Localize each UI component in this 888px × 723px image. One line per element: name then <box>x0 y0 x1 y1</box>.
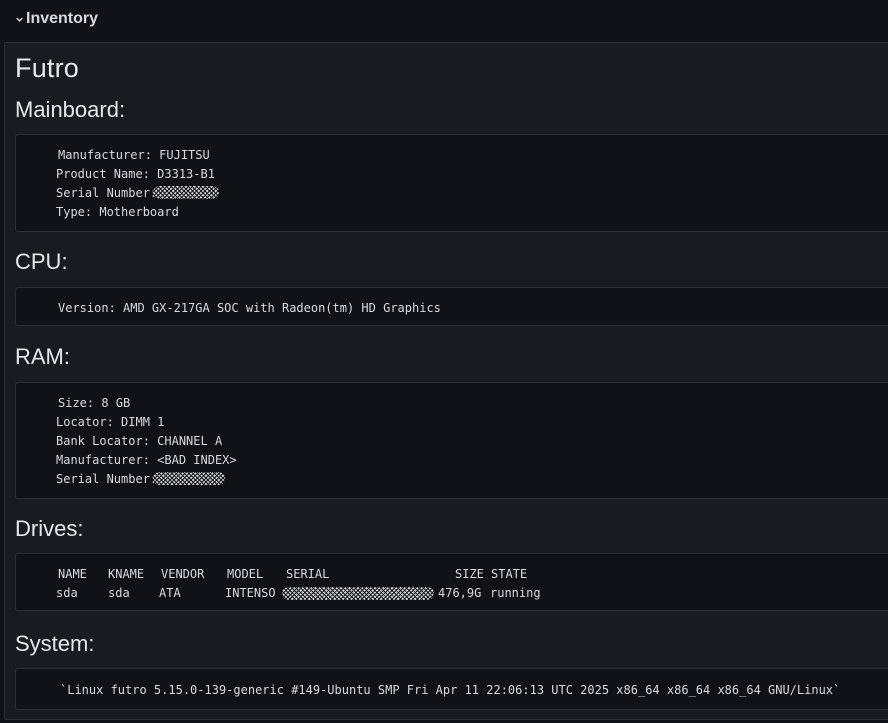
drive-kname: sda <box>108 586 130 600</box>
drives-col-name: NAME <box>58 567 87 581</box>
row-title[interactable]: Inventory <box>26 10 98 28</box>
mainboard-product-name: Product Name: D3313-B1 <box>56 167 215 181</box>
ram-serial-label: Serial Number: <box>56 472 158 486</box>
cpu-code-block: Version: AMD GX-217GA SOC with Radeon(tm… <box>15 287 888 326</box>
mainboard-serial-number: Serial Number: <box>56 185 220 201</box>
drives-col-kname: KNAME <box>108 567 145 581</box>
ram-locator: Locator: DIMM 1 <box>56 415 165 429</box>
ram-heading: RAM: <box>15 344 70 369</box>
drives-col-serial: SERIAL <box>286 567 330 581</box>
drive-vendor: ATA <box>159 586 181 600</box>
ram-bank-locator: Bank Locator: CHANNEL A <box>56 434 223 448</box>
ram-manufacturer: Manufacturer: <BAD INDEX> <box>56 453 237 467</box>
drives-col-vendor: VENDOR <box>161 567 205 581</box>
cpu-version: Version: AMD GX-217GA SOC with Radeon(tm… <box>58 301 441 315</box>
drives-col-size: SIZE <box>455 567 484 581</box>
row-header[interactable]: Inventory <box>0 0 888 38</box>
ram-serial-number: Serial Number: <box>56 471 226 487</box>
cpu-heading: CPU: <box>15 249 68 274</box>
drives-col-model: MODEL <box>227 567 264 581</box>
system-code-block: `Linux futro 5.15.0-139-generic #149-Ubu… <box>15 668 888 710</box>
redacted-serial <box>153 186 220 199</box>
system-heading: System: <box>15 631 95 656</box>
mainboard-type: Type: Motherboard <box>56 205 179 219</box>
redacted-serial <box>153 472 226 485</box>
chevron-down-icon[interactable] <box>14 14 24 24</box>
drive-name: sda <box>56 586 78 600</box>
drives-code-block: NAME KNAME VENDOR MODEL SERIAL SIZE STAT… <box>15 553 888 611</box>
mainboard-manufacturer: Manufacturer: FUJITSU <box>58 148 210 162</box>
drive-serial <box>282 585 434 601</box>
mainboard-heading: Mainboard: <box>15 97 126 122</box>
mainboard-serial-label: Serial Number: <box>56 186 158 200</box>
mainboard-code-block: Manufacturer: FUJITSU Product Name: D331… <box>15 134 888 232</box>
drive-state: running <box>490 586 541 600</box>
drive-size: 476,9G <box>438 586 482 600</box>
drives-heading: Drives: <box>15 516 84 541</box>
drive-model: INTENSO <box>225 586 276 600</box>
drives-col-state: STATE <box>491 567 528 581</box>
ram-code-block: Size: 8 GB Locator: DIMM 1 Bank Locator:… <box>15 382 888 499</box>
redacted-serial <box>282 586 434 600</box>
system-uname: `Linux futro 5.15.0-139-generic #149-Ubu… <box>60 683 841 697</box>
ram-size: Size: 8 GB <box>58 396 131 410</box>
page-title: Futro <box>15 53 80 83</box>
